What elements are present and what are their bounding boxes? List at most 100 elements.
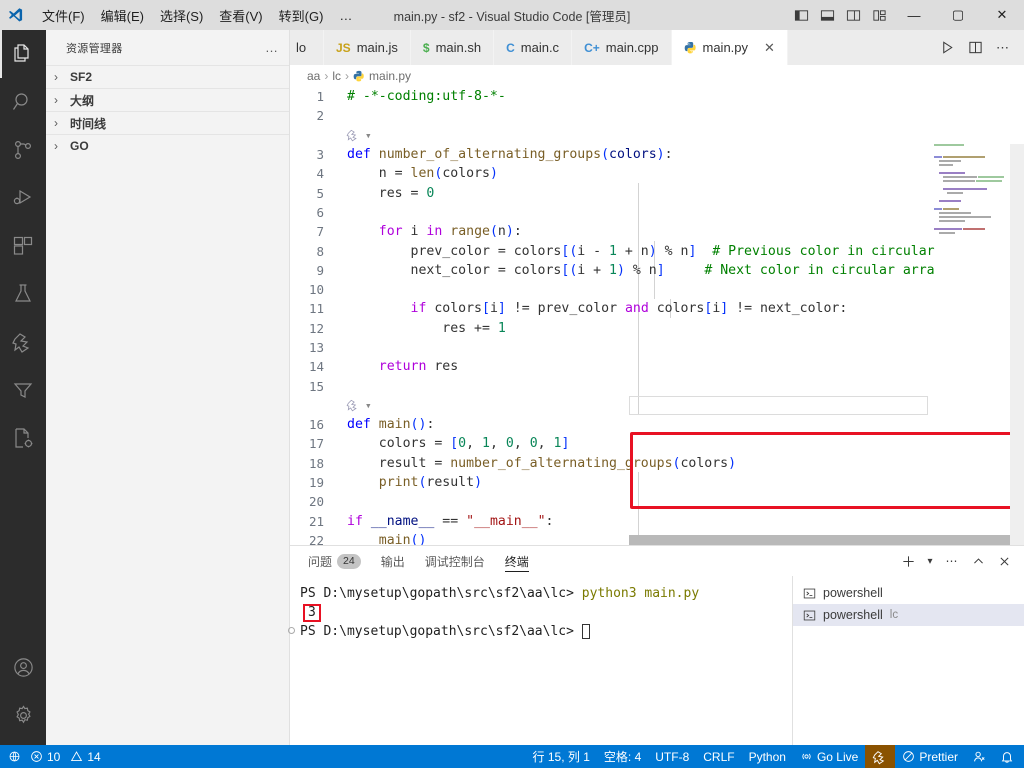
activity-filter[interactable] bbox=[0, 366, 46, 414]
line-number: 6 bbox=[316, 204, 324, 220]
breadcrumb-item-lc[interactable]: lc bbox=[332, 69, 341, 83]
split-editor-button[interactable] bbox=[962, 30, 988, 65]
explorer-sidebar: 资源管理器 … › SF2 › 大纲 › 时间线 › GO bbox=[46, 30, 290, 745]
minimize-button[interactable]: — bbox=[892, 0, 936, 30]
panel-tab-terminal[interactable]: 终端 bbox=[497, 546, 537, 576]
editor-position[interactable]: 行 15, 列 1 bbox=[526, 745, 597, 768]
panel-tab-problems[interactable]: 问题 24 bbox=[300, 546, 369, 576]
activity-source-control[interactable] bbox=[0, 126, 46, 174]
editor-more-actions-button[interactable]: ⋯ bbox=[990, 30, 1016, 65]
notifications-bell[interactable] bbox=[993, 745, 1024, 768]
panel-tab-output[interactable]: 输出 bbox=[373, 546, 413, 576]
prettier-codelens-icon[interactable] bbox=[346, 128, 360, 142]
line-number: 15 bbox=[308, 378, 324, 394]
editor-language[interactable]: Python bbox=[742, 745, 793, 768]
customize-layout-icon[interactable] bbox=[866, 0, 892, 30]
activity-search[interactable] bbox=[0, 78, 46, 126]
close-button[interactable]: ✕ bbox=[980, 0, 1024, 30]
command-status-icon bbox=[288, 627, 295, 634]
activity-prettier[interactable] bbox=[0, 318, 46, 366]
remote-indicator[interactable] bbox=[0, 745, 28, 768]
maximize-panel-button[interactable] bbox=[966, 546, 990, 576]
code-line-current: 15 bbox=[290, 376, 1024, 395]
terminal-line: 3 bbox=[300, 603, 792, 622]
activity-cpp-config[interactable] bbox=[0, 414, 46, 462]
bottom-panel: 问题 24 输出 调试控制台 终端 ▾ ⋯ PS D:\mysetup\gopa… bbox=[288, 545, 1024, 746]
menu-selection[interactable]: 选择(S) bbox=[152, 2, 211, 29]
terminal-list-item-powershell[interactable]: powershell bbox=[793, 582, 1024, 604]
sidebar-more-actions-icon[interactable]: … bbox=[265, 40, 279, 55]
editor-eol[interactable]: CRLF bbox=[696, 745, 741, 768]
line-number: 21 bbox=[308, 513, 324, 529]
terminal-list-item-powershell-lc[interactable]: powershell lc bbox=[793, 604, 1024, 626]
breadcrumb: aa › lc › main.py bbox=[290, 65, 1024, 87]
terminal-profile-dropdown[interactable]: ▾ bbox=[922, 546, 938, 576]
editor-vertical-scrollbar[interactable] bbox=[1010, 144, 1024, 545]
toggle-secondary-sidebar-icon[interactable] bbox=[840, 0, 866, 30]
editor-indentation[interactable]: 空格: 4 bbox=[597, 745, 648, 768]
sidebar-item-timeline[interactable]: › 时间线 bbox=[46, 111, 289, 134]
codelens-run-1[interactable]: ▾ bbox=[290, 126, 1024, 145]
feedback-button[interactable] bbox=[965, 745, 993, 768]
prettier-activity[interactable] bbox=[865, 745, 896, 768]
sidebar-item-go[interactable]: › GO bbox=[46, 134, 289, 157]
menu-view[interactable]: 查看(V) bbox=[211, 2, 270, 29]
sidebar-item-outline[interactable]: › 大纲 bbox=[46, 88, 289, 111]
activity-settings[interactable] bbox=[0, 691, 46, 739]
shell-file-icon: $ bbox=[422, 40, 430, 55]
breadcrumb-item-file[interactable]: main.py bbox=[369, 69, 411, 83]
code-editor[interactable]: 1 # -*-coding:utf-8-*- 2 ▾ 3 def number_… bbox=[290, 87, 1024, 545]
activity-extensions[interactable] bbox=[0, 222, 46, 270]
activity-explorer[interactable] bbox=[0, 30, 46, 78]
editor-tab-main-py[interactable]: main.py ✕ bbox=[671, 30, 788, 65]
panel-tab-debug-console[interactable]: 调试控制台 bbox=[417, 546, 493, 576]
code-line: 11 if colors[i] != prev_color and colors… bbox=[290, 299, 1024, 318]
problems-errors[interactable]: 10 14 bbox=[28, 745, 108, 768]
cpp-file-icon: C+ bbox=[584, 40, 600, 55]
editor-tab-main-js[interactable]: JS main.js bbox=[324, 30, 411, 65]
editor-tab-main-cpp[interactable]: C+ main.cpp bbox=[572, 30, 672, 65]
toggle-panel-icon[interactable] bbox=[814, 0, 840, 30]
terminal-output[interactable]: PS D:\mysetup\gopath\src\sf2\aa\lc> pyth… bbox=[288, 576, 792, 746]
menu-edit[interactable]: 编辑(E) bbox=[93, 2, 152, 29]
menu-go[interactable]: 转到(G) bbox=[271, 2, 332, 29]
warning-count: 14 bbox=[87, 749, 101, 764]
activity-account[interactable] bbox=[0, 643, 46, 691]
editor-tab-lo[interactable]: lo bbox=[290, 30, 324, 65]
run-python-file-button[interactable] bbox=[934, 30, 960, 65]
maximize-button[interactable]: ▢ bbox=[936, 0, 980, 30]
chevron-down-icon[interactable]: ▾ bbox=[365, 399, 372, 412]
editor-encoding[interactable]: UTF-8 bbox=[648, 745, 696, 768]
menu-file[interactable]: 文件(F) bbox=[34, 2, 93, 29]
line-number: 5 bbox=[316, 185, 324, 201]
editor-minimap[interactable] bbox=[934, 144, 1010, 545]
breadcrumb-separator-icon: › bbox=[345, 69, 350, 83]
prettier-codelens-icon[interactable] bbox=[346, 398, 360, 412]
code-line: 20 bbox=[290, 492, 1024, 511]
breadcrumb-item-aa[interactable]: aa bbox=[307, 69, 320, 83]
menu-more[interactable]: … bbox=[331, 4, 360, 27]
activity-testing[interactable] bbox=[0, 270, 46, 318]
sidebar-item-sf2[interactable]: › SF2 bbox=[46, 65, 289, 88]
line-number: 8 bbox=[316, 243, 324, 259]
activity-bar bbox=[0, 30, 46, 745]
activity-run-debug[interactable] bbox=[0, 174, 46, 222]
new-terminal-button[interactable] bbox=[896, 546, 920, 576]
go-live-button[interactable]: Go Live bbox=[793, 745, 865, 768]
prettier-status[interactable]: Prettier bbox=[895, 745, 965, 768]
line-content: res += 1 bbox=[347, 320, 506, 336]
editor-tab-main-sh[interactable]: $ main.sh bbox=[410, 30, 495, 65]
toggle-primary-sidebar-icon[interactable] bbox=[788, 0, 814, 30]
line-number: 19 bbox=[308, 475, 324, 491]
sidebar-item-label: 时间线 bbox=[70, 116, 107, 131]
line-number: 13 bbox=[308, 340, 324, 355]
editor-tab-main-c[interactable]: C main.c bbox=[494, 30, 573, 65]
line-content: if __name__ == "__main__": bbox=[347, 513, 554, 529]
close-tab-icon[interactable]: ✕ bbox=[764, 40, 775, 56]
status-bar-right: 行 15, 列 1 空格: 4 UTF-8 CRLF Python Go Liv… bbox=[526, 745, 1024, 768]
close-panel-button[interactable] bbox=[992, 546, 1016, 576]
line-number: 18 bbox=[308, 455, 324, 471]
tab-label: main.cpp bbox=[605, 40, 659, 55]
chevron-down-icon[interactable]: ▾ bbox=[365, 129, 372, 142]
panel-more-actions-button[interactable]: ⋯ bbox=[940, 546, 964, 576]
